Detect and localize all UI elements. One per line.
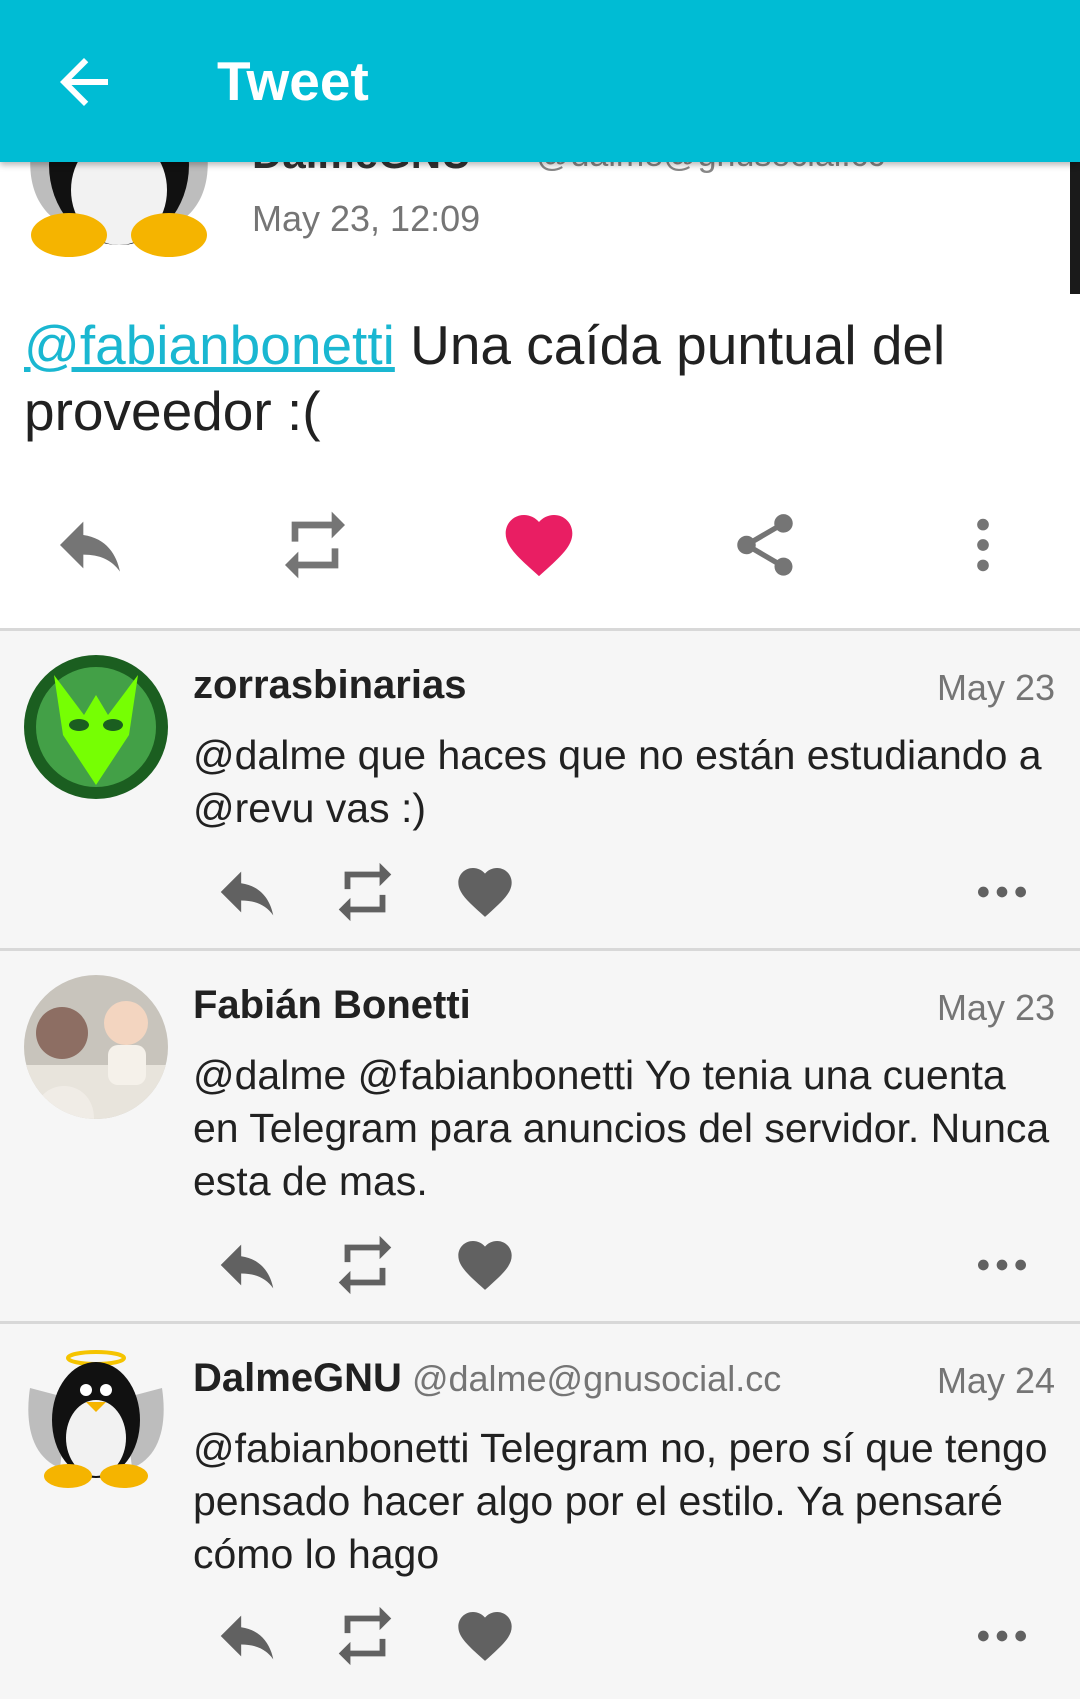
reply-item[interactable]: DalmeGNU @dalme@gnusocial.cc May 24 @fabi… <box>0 1324 1080 1699</box>
heart-icon <box>458 868 512 917</box>
tweet-actions <box>0 500 1080 590</box>
reply-item[interactable]: zorrasbinarias May 23 @dalme que haces q… <box>0 631 1080 948</box>
user-photo-avatar-icon <box>24 975 168 1119</box>
reply-date: May 23 <box>936 667 1055 708</box>
reply-author-name[interactable]: Fabián Bonetti <box>193 983 471 1028</box>
penguin-avatar-icon <box>28 1350 164 1488</box>
reply-item[interactable]: Fabián Bonetti May 23 @dalme @fabianbone… <box>0 951 1080 1321</box>
reply-actions <box>0 1601 1080 1671</box>
like-button[interactable] <box>445 857 525 927</box>
page-title: Tweet <box>217 50 369 112</box>
retweet-icon <box>285 511 345 579</box>
more-options-button[interactable] <box>938 500 1028 590</box>
reply-author-name[interactable]: zorrasbinarias <box>193 663 466 708</box>
avatar[interactable] <box>24 975 168 1119</box>
heart-icon <box>458 1612 512 1661</box>
reply-actions <box>0 857 1080 927</box>
reply-button[interactable] <box>207 1601 287 1671</box>
mention-link[interactable]: @fabianbonetti <box>24 314 395 376</box>
share-icon <box>737 514 793 576</box>
reply-date: May 23 <box>936 987 1055 1028</box>
like-button[interactable] <box>445 1230 525 1300</box>
retweet-button[interactable] <box>325 857 405 927</box>
retweet-button[interactable] <box>270 500 360 590</box>
avatar[interactable] <box>24 655 168 799</box>
more-horizontal-icon <box>978 1259 1026 1271</box>
like-button[interactable] <box>494 500 584 590</box>
reply-button[interactable] <box>207 1230 287 1300</box>
arrow-back-icon <box>60 58 108 106</box>
more-options-button[interactable] <box>962 857 1042 927</box>
reply-icon <box>220 871 274 916</box>
more-options-button[interactable] <box>962 1230 1042 1300</box>
back-button[interactable] <box>48 46 120 118</box>
more-horizontal-icon <box>978 1630 1026 1642</box>
more-options-button[interactable] <box>962 1601 1042 1671</box>
reply-actions <box>0 1230 1080 1300</box>
like-button[interactable] <box>445 1601 525 1671</box>
reply-author-name[interactable]: DalmeGNU @dalme@gnusocial.cc <box>193 1356 781 1401</box>
more-horizontal-icon <box>978 886 1026 898</box>
reply-icon <box>60 521 120 572</box>
avatar[interactable] <box>24 1348 168 1492</box>
reply-author-handle: @dalme@gnusocial.cc <box>411 1358 782 1399</box>
reply-icon <box>220 1615 274 1660</box>
share-button[interactable] <box>720 500 810 590</box>
retweet-icon <box>338 862 392 922</box>
tweet-text: @fabianbonetti Una caída puntual del pro… <box>24 312 1044 444</box>
reply-text: @dalme que haces que no están estudiando… <box>193 732 1042 831</box>
reply-text: @dalme @fabianbonetti Yo tenia una cuent… <box>193 1052 1050 1204</box>
more-vertical-icon <box>977 518 989 572</box>
heart-icon <box>505 515 573 577</box>
reply-date: May 24 <box>936 1360 1055 1401</box>
app-bar: Tweet <box>0 0 1080 162</box>
retweet-icon <box>338 1235 392 1295</box>
heart-icon <box>458 1241 512 1290</box>
reply-icon <box>220 1244 274 1289</box>
reply-button[interactable] <box>207 857 287 927</box>
scrollbar[interactable] <box>1070 162 1080 294</box>
tweet-date: May 23, 12:09 <box>252 198 481 239</box>
retweet-button[interactable] <box>325 1601 405 1671</box>
reply-text: @fabianbonetti Telegram no, pero sí que … <box>193 1425 1048 1577</box>
retweet-icon <box>338 1606 392 1666</box>
retweet-button[interactable] <box>325 1230 405 1300</box>
reply-button[interactable] <box>45 500 135 590</box>
fox-avatar-icon <box>24 655 168 799</box>
